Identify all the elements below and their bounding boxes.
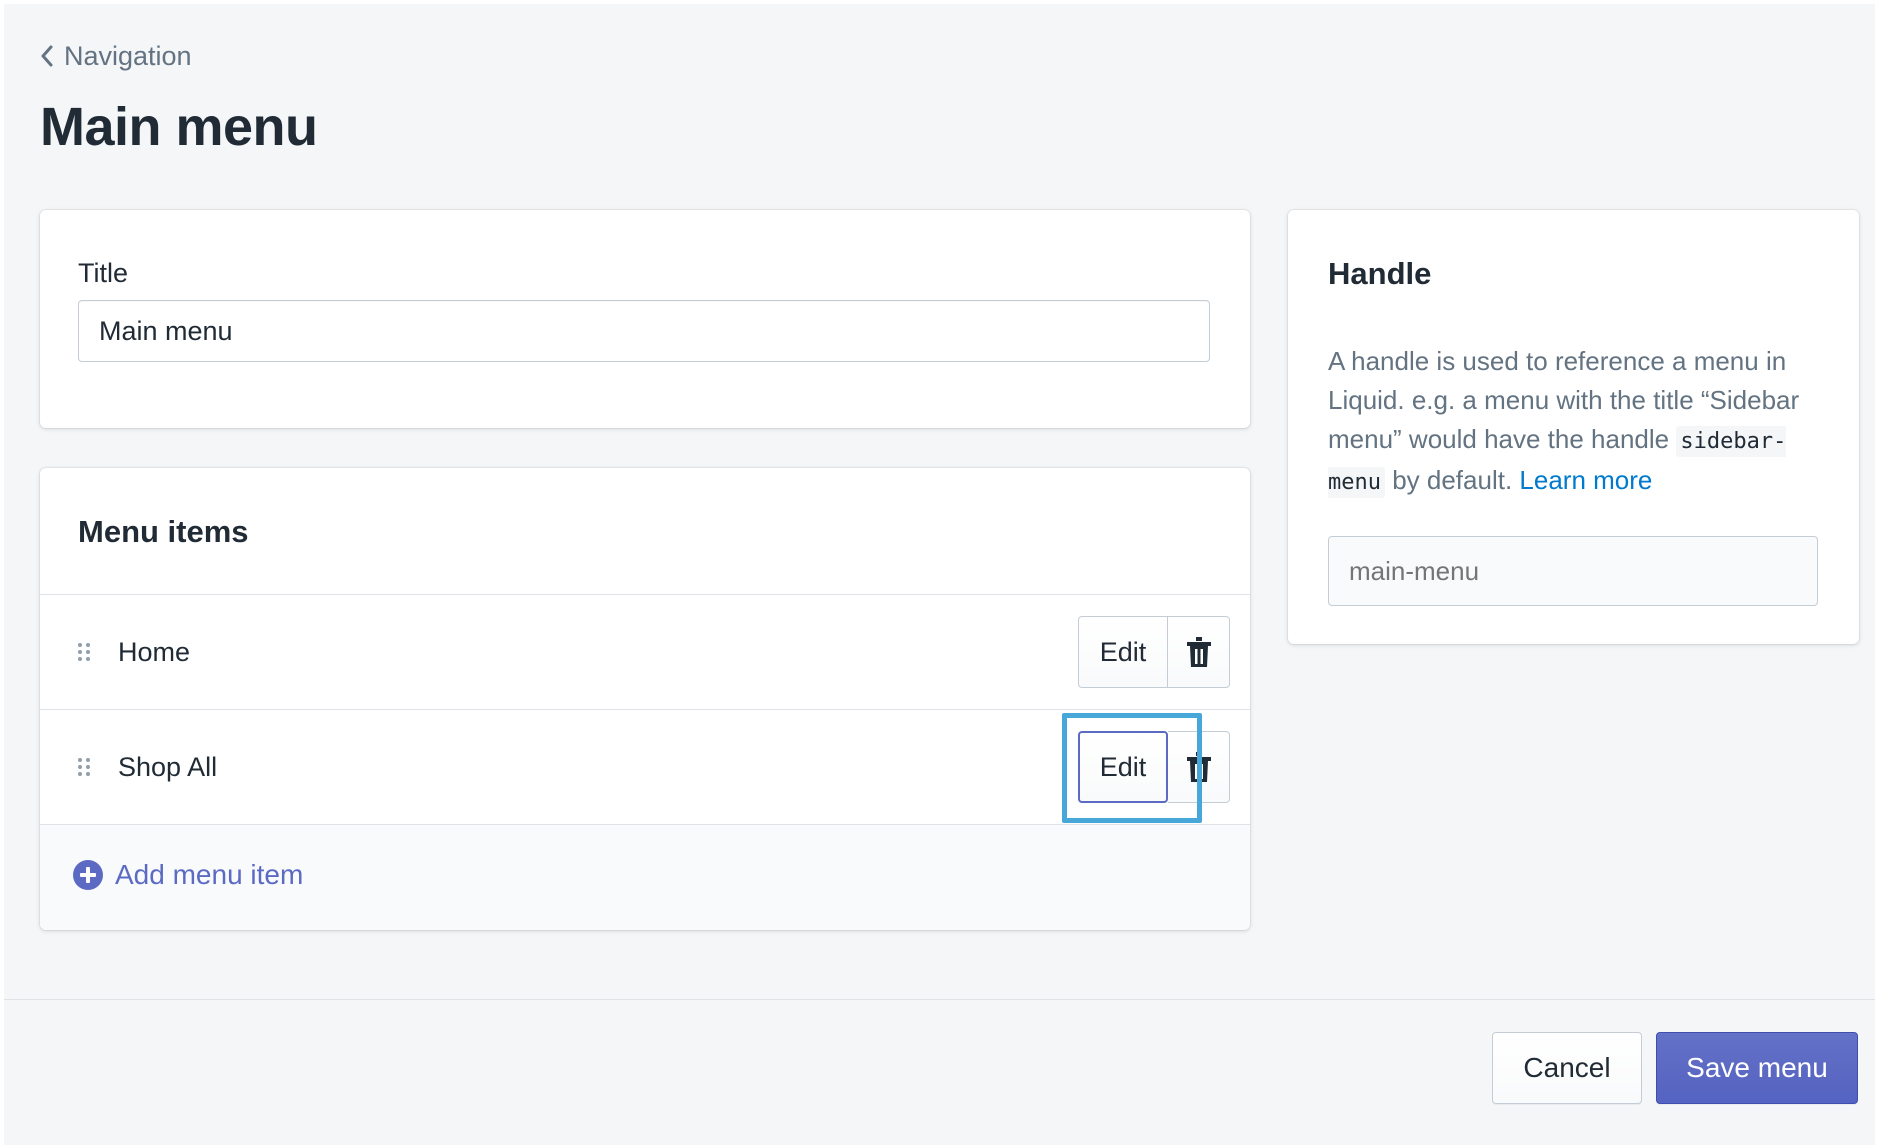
learn-more-link[interactable]: Learn more xyxy=(1519,465,1652,495)
edit-button[interactable]: Edit xyxy=(1078,731,1168,803)
trash-icon xyxy=(1186,637,1211,667)
delete-button[interactable] xyxy=(1168,616,1230,688)
menu-items-card: Menu items Home Edit Shop All Edit Add m… xyxy=(40,468,1250,930)
title-card: Title xyxy=(40,210,1250,428)
menu-item-label: Shop All xyxy=(118,752,218,782)
add-menu-item-link[interactable]: Add menu item xyxy=(73,855,303,895)
add-menu-item-label: Add menu item xyxy=(115,859,304,890)
edit-button[interactable]: Edit xyxy=(1078,616,1168,688)
menu-item-actions: Edit xyxy=(1078,616,1230,688)
menu-item-home: Home Edit xyxy=(40,594,1250,709)
menu-items-heading: Menu items xyxy=(78,514,249,549)
title-input[interactable] xyxy=(78,300,1210,362)
menu-item-label: Home xyxy=(118,637,191,667)
drag-handle-icon[interactable] xyxy=(76,641,92,663)
handle-card: Handle A handle is used to reference a m… xyxy=(1288,210,1859,644)
save-menu-button[interactable]: Save menu xyxy=(1656,1032,1858,1104)
circle-plus-icon xyxy=(73,860,103,890)
page: Navigation Main menu Title Menu items Ho… xyxy=(4,4,1875,1145)
title-field-label: Title xyxy=(78,258,129,288)
drag-handle-icon[interactable] xyxy=(76,756,92,778)
trash-icon xyxy=(1186,752,1211,782)
footer-divider xyxy=(4,999,1875,1000)
menu-item-actions: Edit xyxy=(1078,731,1230,803)
add-menu-item-row: Add menu item xyxy=(40,824,1250,930)
handle-description: A handle is used to reference a menu in … xyxy=(1328,342,1828,502)
handle-description-text: by default. xyxy=(1384,465,1520,495)
page-title: Main menu xyxy=(40,97,318,157)
breadcrumb-label: Navigation xyxy=(64,40,192,71)
handle-heading: Handle xyxy=(1328,256,1432,291)
chevron-left-icon xyxy=(41,45,53,67)
breadcrumb[interactable]: Navigation xyxy=(40,38,192,74)
cancel-button[interactable]: Cancel xyxy=(1492,1032,1642,1104)
handle-input[interactable] xyxy=(1328,536,1818,606)
delete-button[interactable] xyxy=(1168,731,1230,803)
menu-item-shop-all: Shop All Edit xyxy=(40,709,1250,824)
